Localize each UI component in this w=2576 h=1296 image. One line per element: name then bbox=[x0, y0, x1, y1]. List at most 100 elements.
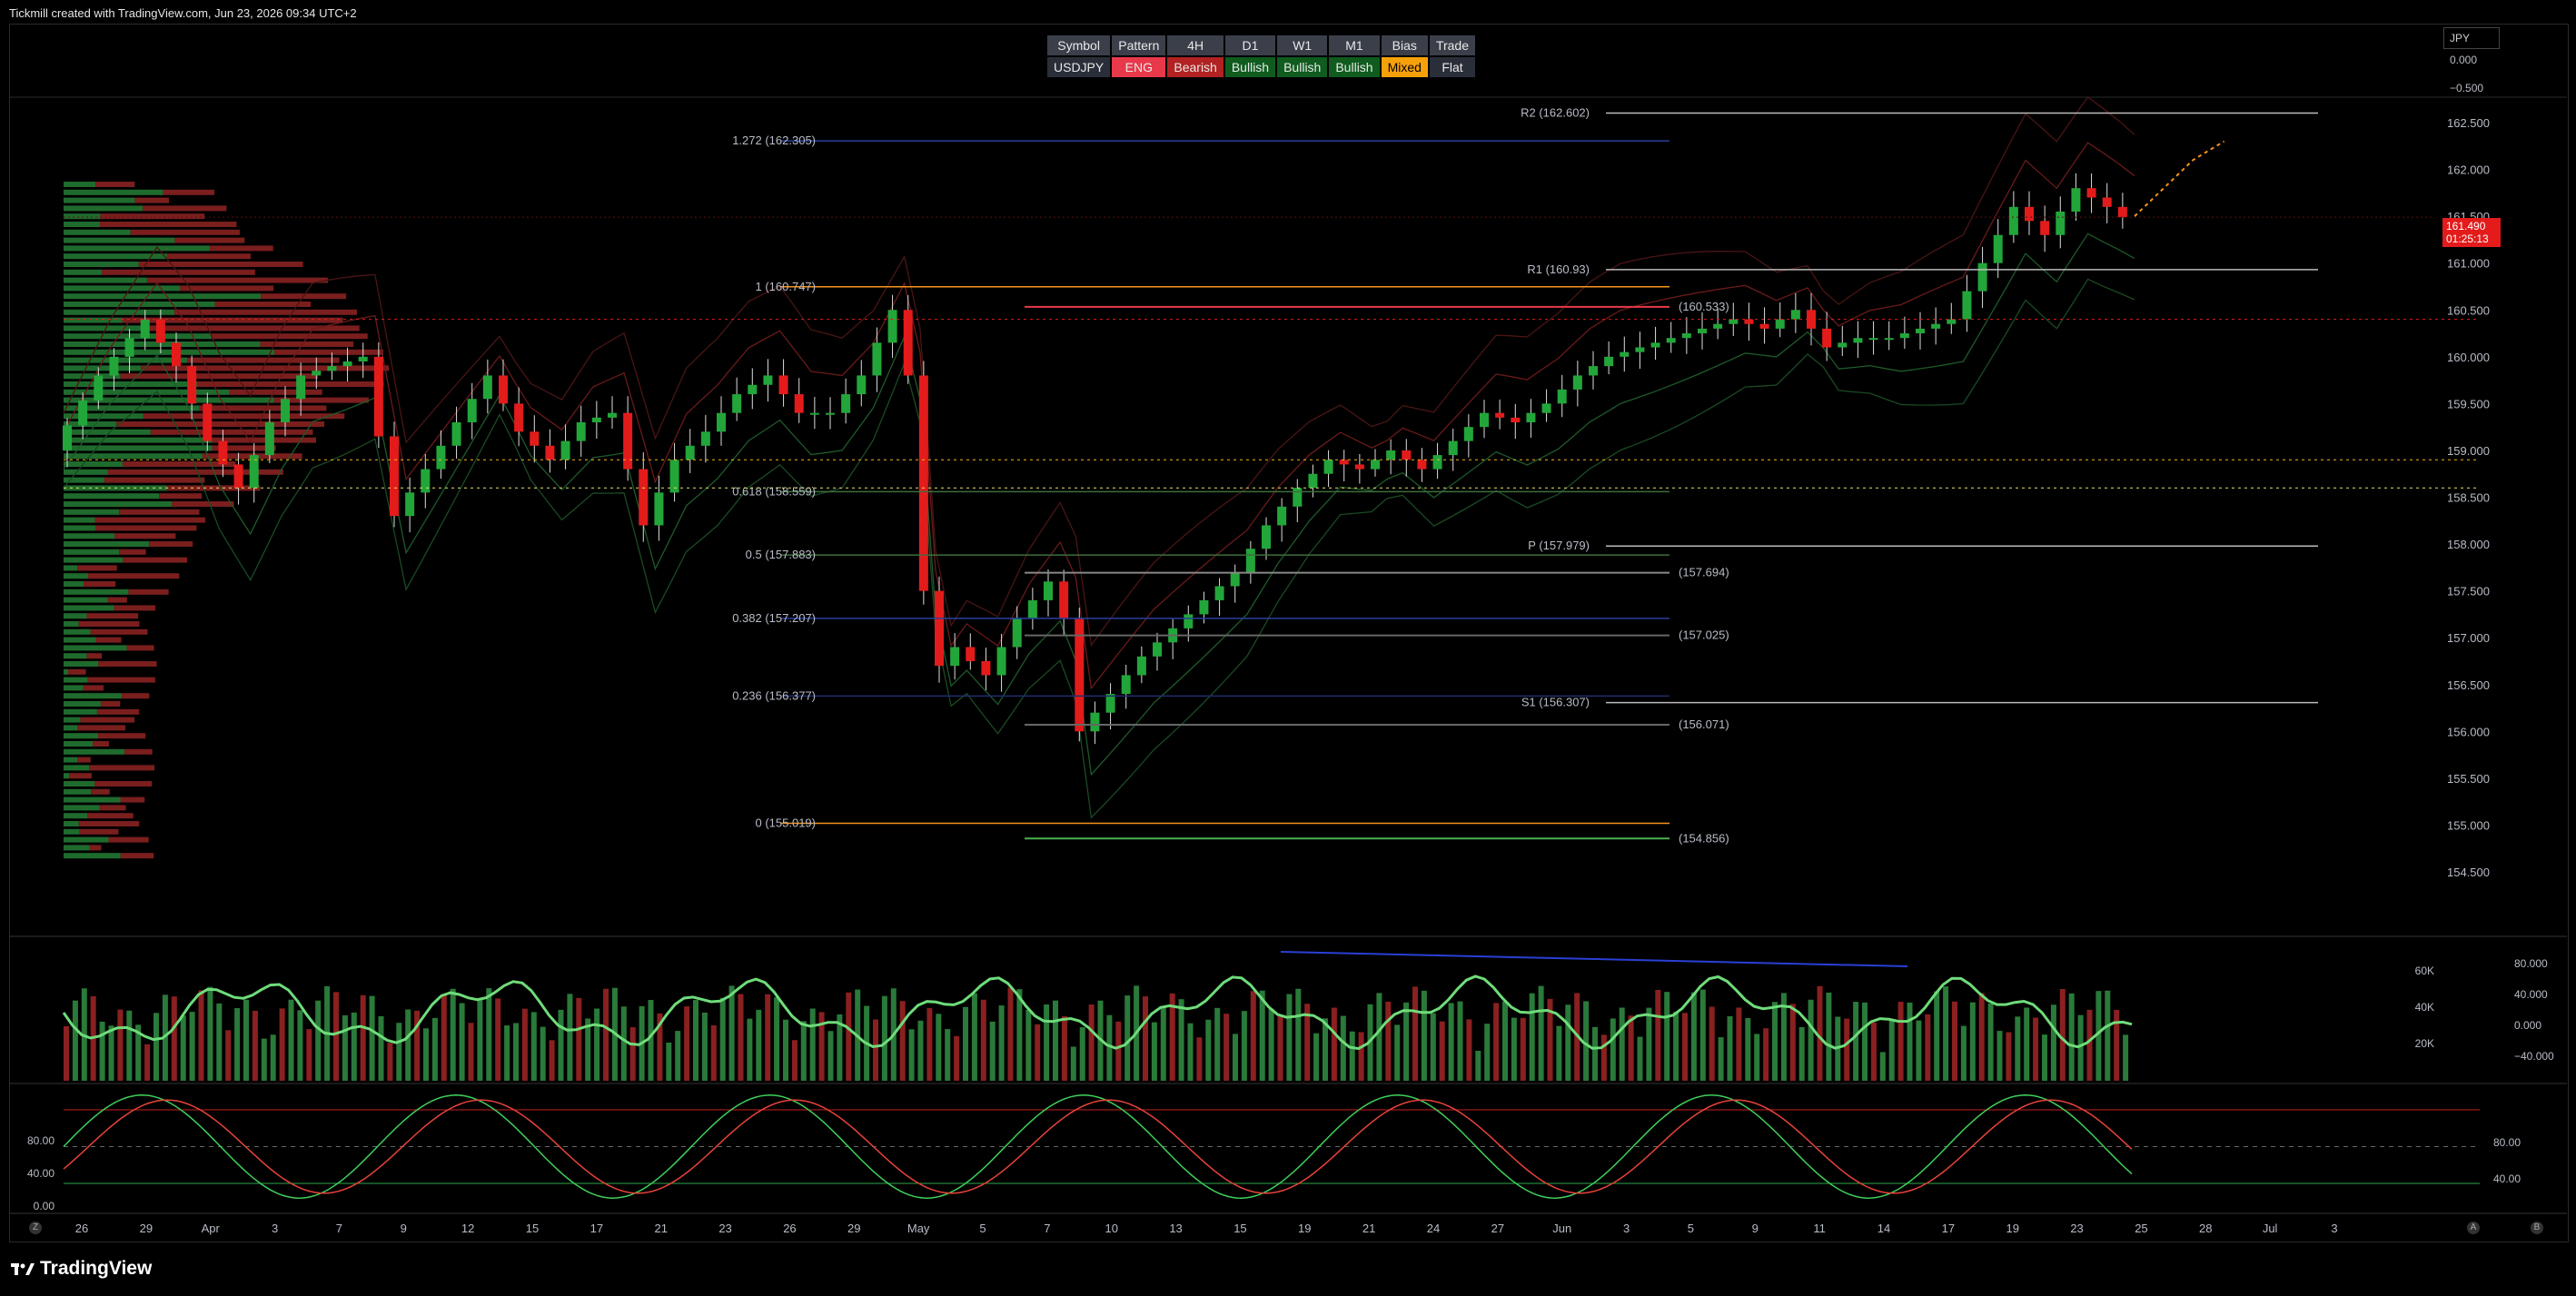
volume-profile-bar-buy bbox=[64, 765, 90, 771]
volume-profile-bar-buy bbox=[64, 302, 215, 307]
volume-bar bbox=[1475, 1050, 1481, 1081]
candle-body bbox=[1729, 319, 1739, 324]
chart-canvas[interactable]: 1.272 (162.305) 1 (160.747) 0.618 (158.559… bbox=[0, 0, 2576, 1296]
volume-profile-bar-sell bbox=[119, 509, 200, 515]
candle-body bbox=[1775, 319, 1785, 329]
volume-bar bbox=[1125, 995, 1131, 1081]
candle-body bbox=[591, 417, 601, 422]
cvd-axis-label: 40.000 bbox=[2514, 988, 2548, 1001]
candle-body bbox=[857, 375, 867, 395]
candle-body bbox=[1245, 549, 1255, 572]
volume-bar bbox=[1007, 987, 1014, 1081]
settings-b-button[interactable]: B bbox=[2531, 1222, 2543, 1234]
envelope-line bbox=[63, 232, 2135, 777]
status-header-pattern: Pattern bbox=[1112, 35, 1166, 55]
candle-body bbox=[1044, 581, 1053, 600]
volume-bar bbox=[198, 990, 204, 1081]
bar-countdown: 01:25:13 bbox=[2446, 232, 2489, 245]
currency-selector[interactable]: JPY bbox=[2443, 27, 2500, 49]
volume-bar bbox=[1600, 1034, 1607, 1081]
volume-profile-bar-buy bbox=[64, 708, 97, 715]
candle-body bbox=[390, 436, 399, 517]
tradingview-brand: TradingView bbox=[40, 1258, 153, 1279]
time-tick: 27 bbox=[1491, 1222, 1504, 1235]
candle-body bbox=[841, 394, 851, 413]
volume-bar bbox=[827, 1031, 834, 1081]
volume-bar bbox=[207, 986, 213, 1081]
candle-body bbox=[1262, 525, 1271, 549]
candle-body bbox=[124, 338, 134, 357]
volume-bar bbox=[549, 1040, 555, 1081]
candle-body bbox=[1744, 319, 1754, 324]
pivot-label: S1 (156.307) bbox=[1521, 696, 1590, 709]
volume-bar bbox=[333, 992, 339, 1081]
volume-bar bbox=[971, 993, 977, 1081]
candle-body bbox=[950, 647, 960, 667]
volume-bar bbox=[1511, 1017, 1517, 1081]
volume-profile-bar-buy bbox=[64, 541, 150, 547]
volume-bar bbox=[270, 1034, 276, 1081]
volume-profile-bar-buy bbox=[64, 725, 78, 731]
volume-profile-bar-buy bbox=[64, 565, 78, 571]
volume-profile-bar-buy bbox=[64, 748, 125, 755]
volume-bar bbox=[1727, 1015, 1733, 1081]
volume-bar bbox=[1907, 1002, 1913, 1081]
candle-body bbox=[903, 310, 913, 376]
time-tick: 13 bbox=[1169, 1222, 1182, 1235]
volume-profile-bar-sell bbox=[150, 429, 313, 435]
status-d1: Bullish bbox=[1224, 57, 1276, 77]
candle-body bbox=[327, 366, 337, 371]
volume-bar bbox=[1646, 1007, 1652, 1081]
auto-scale-button[interactable]: A bbox=[2467, 1222, 2480, 1234]
volume-bar bbox=[1053, 1000, 1058, 1081]
candle-body bbox=[981, 660, 991, 676]
time-tick: 15 bbox=[1234, 1222, 1246, 1235]
candle-body bbox=[1698, 328, 1707, 334]
volume-bar bbox=[1772, 1002, 1778, 1081]
stoch-axis-label: 40.00 bbox=[27, 1167, 54, 1180]
volume-bar bbox=[926, 1007, 933, 1081]
candle-body bbox=[545, 445, 555, 460]
zone-label: (157.025) bbox=[1679, 628, 1729, 642]
volume-bar bbox=[684, 1006, 690, 1081]
zoom-reset-button[interactable]: Z bbox=[29, 1222, 42, 1234]
volume-profile-bar-buy bbox=[64, 309, 175, 315]
volume-bar bbox=[1241, 1011, 1247, 1081]
volume-profile-bar-buy bbox=[64, 773, 70, 779]
volume-profile-bar-buy bbox=[64, 597, 108, 603]
volume-bar bbox=[1862, 1002, 1868, 1081]
candle-body bbox=[809, 412, 819, 415]
volume-bar bbox=[396, 1023, 402, 1081]
candle-body bbox=[1993, 234, 2003, 263]
time-tick: 7 bbox=[1044, 1222, 1050, 1235]
volume-profile-bar-buy bbox=[64, 213, 101, 220]
candle-body bbox=[1463, 427, 1473, 441]
candle-body bbox=[172, 342, 181, 367]
volume-bar bbox=[108, 1025, 114, 1081]
cvd-axis-label: 0.000 bbox=[2514, 1019, 2541, 1032]
volume-profile-bar-sell bbox=[130, 229, 240, 235]
volume-profile-bar-sell bbox=[114, 533, 176, 539]
volume-bar bbox=[908, 1029, 915, 1081]
tradingview-logo[interactable]: TradingView bbox=[11, 1258, 152, 1280]
candle-body bbox=[1838, 342, 1848, 348]
fib-label: 0.618 (158.559) bbox=[732, 484, 816, 498]
volume-bar bbox=[387, 1043, 393, 1081]
candle-body bbox=[1136, 656, 1146, 676]
volume-bar bbox=[594, 1008, 600, 1081]
candle-body bbox=[1977, 262, 1987, 292]
volume-bar bbox=[980, 999, 986, 1081]
volume-bar bbox=[315, 1000, 322, 1081]
volume-bar bbox=[72, 1000, 78, 1081]
volume-profile-bar-sell bbox=[83, 581, 116, 587]
candle-body bbox=[2071, 188, 2081, 212]
candle-body bbox=[451, 422, 461, 446]
candle-body bbox=[1308, 473, 1318, 489]
volume-bar bbox=[2123, 1034, 2129, 1081]
volume-bar bbox=[620, 1006, 627, 1081]
volume-profile-bar-buy bbox=[64, 796, 121, 803]
volume-bar bbox=[1016, 989, 1023, 1081]
price-tick: 154.500 bbox=[2447, 866, 2490, 879]
volume-profile-bar-buy bbox=[64, 645, 127, 651]
volume-bar bbox=[1718, 1037, 1724, 1081]
